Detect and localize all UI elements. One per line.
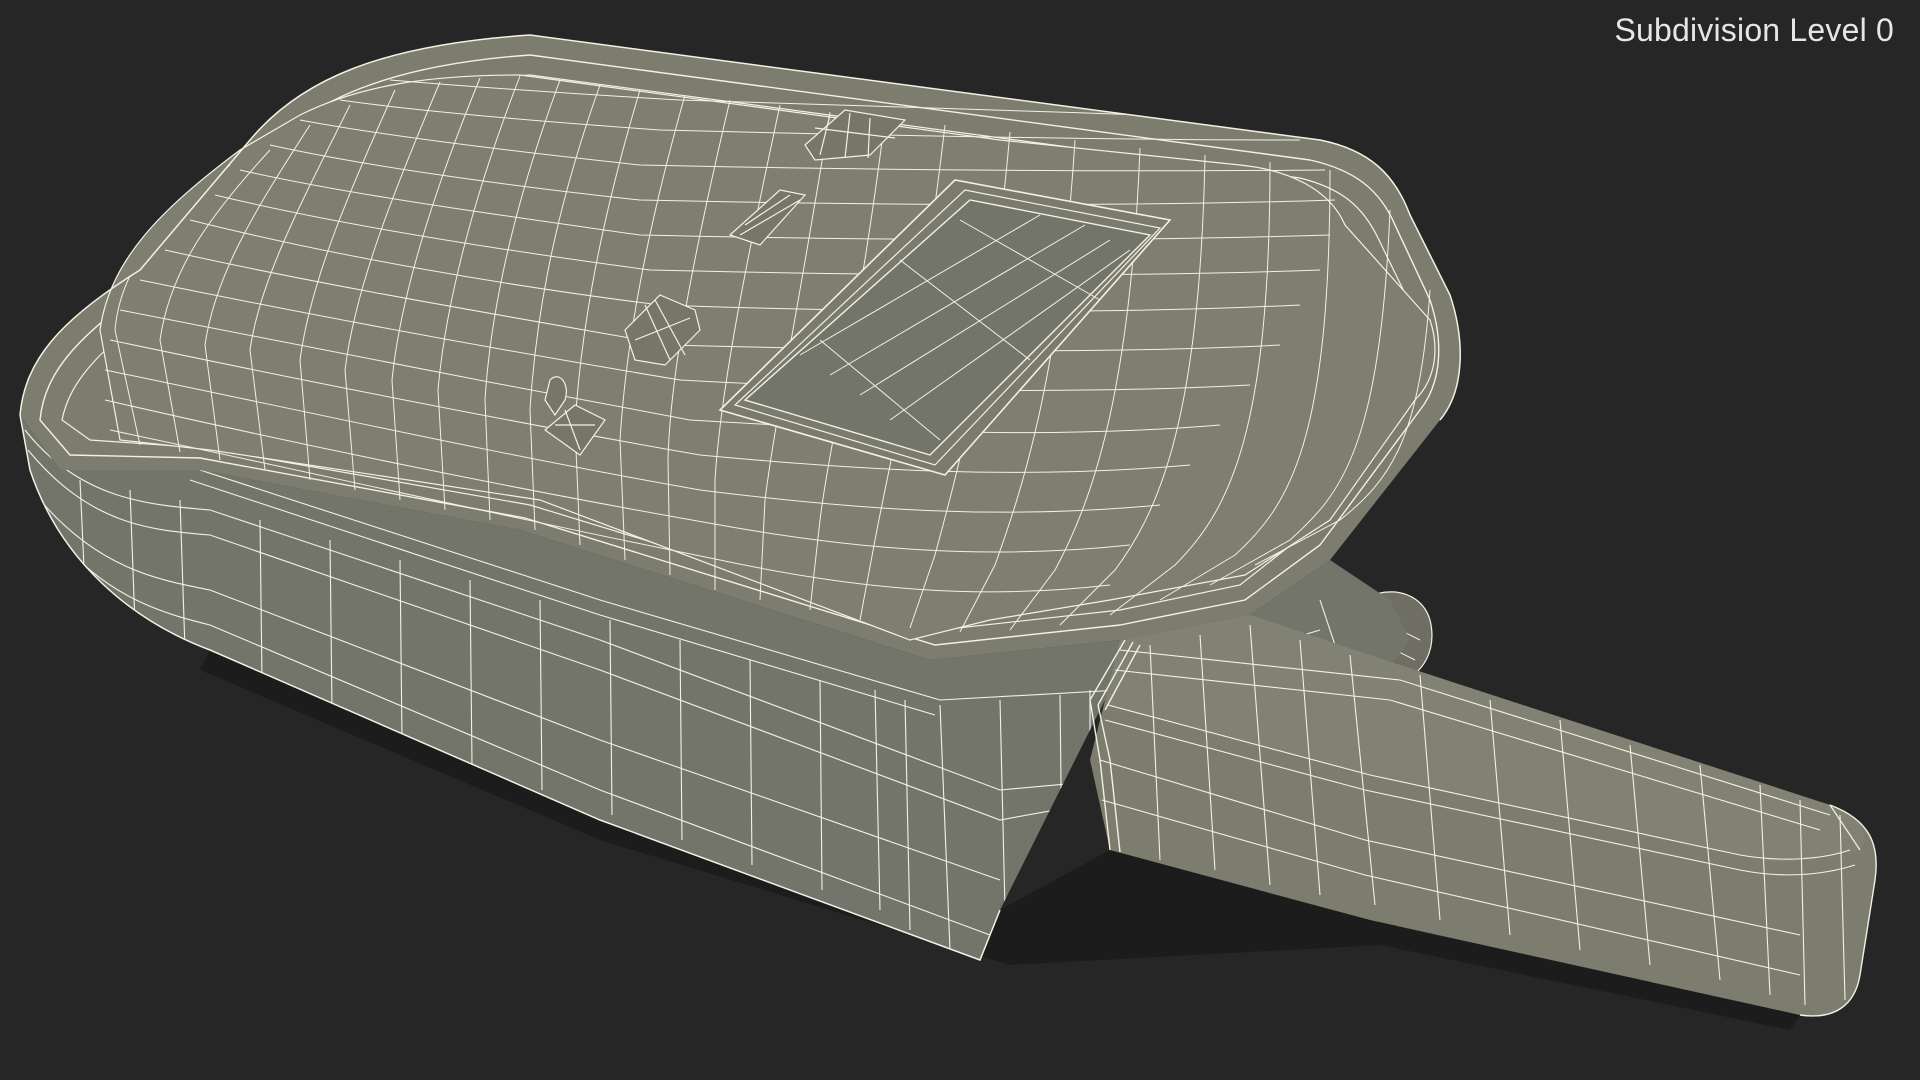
3d-viewport[interactable]: Subdivision Level 0 <box>0 0 1920 1080</box>
wireframe-render <box>19 34 1877 1030</box>
subdivision-level-label: Subdivision Level 0 <box>1614 12 1894 48</box>
